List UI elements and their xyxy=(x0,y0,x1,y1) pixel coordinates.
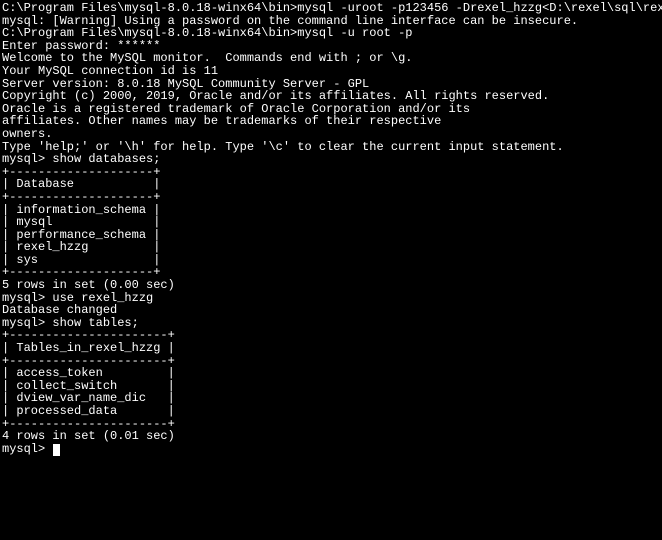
terminal-line: Your MySQL connection id is 11 xyxy=(2,65,660,78)
table-row: | mysql | xyxy=(2,216,660,229)
terminal-line: C:\Program Files\mysql-8.0.18-winx64\bin… xyxy=(2,2,660,15)
table-row: | rexel_hzzg | xyxy=(2,241,660,254)
terminal-line: 5 rows in set (0.00 sec) xyxy=(2,279,660,292)
cursor-icon xyxy=(53,444,60,456)
terminal-line: owners. xyxy=(2,128,660,141)
table-row: | processed_data | xyxy=(2,405,660,418)
table-row: | access_token | xyxy=(2,367,660,380)
terminal-line: mysql> show databases; xyxy=(2,153,660,166)
prompt-text: mysql> xyxy=(2,442,52,456)
terminal-line: 4 rows in set (0.01 sec) xyxy=(2,430,660,443)
terminal-line: affiliates. Other names may be trademark… xyxy=(2,115,660,128)
table-header: | Tables_in_rexel_hzzg | xyxy=(2,342,660,355)
terminal-line: Copyright (c) 2000, 2019, Oracle and/or … xyxy=(2,90,660,103)
terminal-line: C:\Program Files\mysql-8.0.18-winx64\bin… xyxy=(2,27,660,40)
mysql-prompt[interactable]: mysql> xyxy=(2,443,660,456)
table-border: +--------------------+ xyxy=(2,191,660,204)
terminal-line: Database changed xyxy=(2,304,660,317)
